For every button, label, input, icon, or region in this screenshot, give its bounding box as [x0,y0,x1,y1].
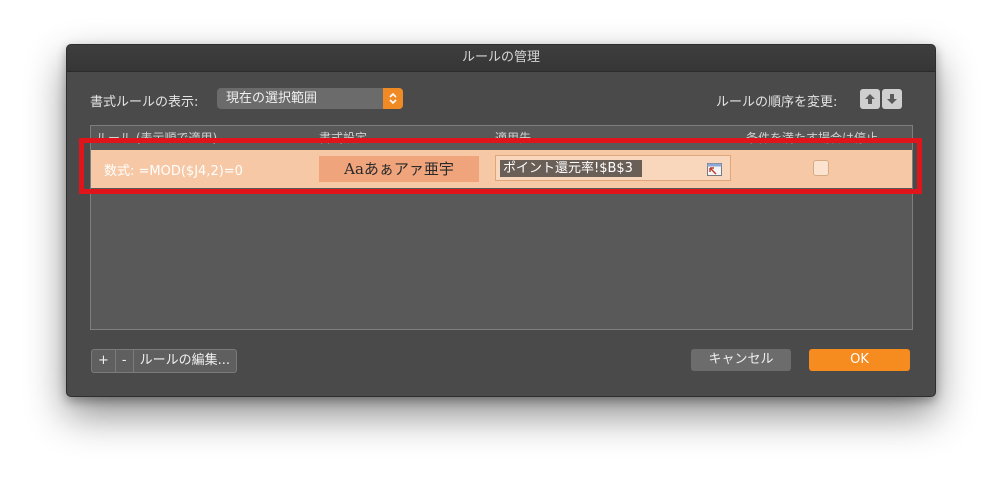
ok-button[interactable]: OK [809,349,910,371]
rule-buttons: + - ルールの編集... [91,349,238,373]
move-up-button[interactable] [860,89,880,109]
select-arrows-icon [383,88,403,109]
rule-order-label: ルールの順序を変更: [716,95,838,110]
cancel-button[interactable]: キャンセル [691,349,791,371]
highlight-box [79,138,922,194]
dialog-title: ルールの管理 [67,45,935,72]
show-rules-label: 書式ルールの表示: [90,95,199,110]
add-rule-button[interactable]: + [92,350,116,372]
arrow-up-icon [865,94,875,104]
scope-select[interactable]: 現在の選択範囲 [217,88,403,109]
manage-rules-dialog: ルールの管理 書式ルールの表示: 現在の選択範囲 ルールの順序を変更: ルール … [66,44,936,397]
scope-select-value: 現在の選択範囲 [226,91,318,106]
edit-rule-button[interactable]: ルールの編集... [134,350,236,372]
remove-rule-button[interactable]: - [116,350,134,372]
arrow-down-icon [887,94,897,104]
move-down-button[interactable] [882,89,902,109]
